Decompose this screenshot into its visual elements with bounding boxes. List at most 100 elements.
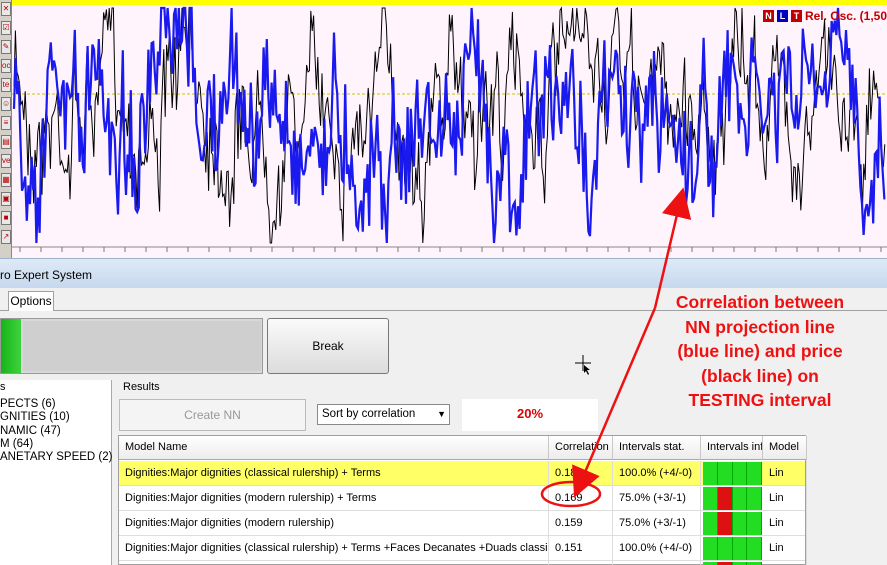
cell-correlation: 0.182: [549, 461, 613, 486]
sort-dropdown-value: Sort by correlation: [322, 408, 416, 420]
window-titlebar[interactable]: ro Expert System: [0, 258, 887, 288]
annotation-line: (black line) on: [701, 365, 819, 386]
sort-dropdown[interactable]: Sort by correlation ▼: [317, 404, 450, 425]
header-intervals-info[interactable]: Intervals info: [701, 436, 763, 460]
category-item-aspects[interactable]: PECTS (6): [0, 398, 56, 410]
interval-segment: [717, 462, 733, 485]
cell-intervals-stat: 75.0% (+3/-1): [613, 511, 701, 536]
cell-model: Lin: [763, 536, 807, 561]
annotation-line: (blue line) and price: [677, 341, 843, 361]
interval-segment: [732, 537, 748, 560]
chevron-down-icon: ▼: [437, 409, 446, 419]
cell-model-name: Dignities:Major dignities (classical rul…: [119, 461, 549, 486]
annotation-text: Correlation between NN projection line (…: [650, 290, 870, 413]
checkbox-icon[interactable]: ☑: [1, 21, 11, 35]
table-row[interactable]: Dignities:Major dignities (modern rulers…: [119, 511, 807, 536]
category-item-dignities[interactable]: GNITIES (10): [0, 411, 70, 423]
list-icon[interactable]: ≡: [1, 116, 11, 130]
badge-letter-l: L: [776, 10, 788, 22]
cell-model: Lin: [763, 461, 807, 486]
interval-segment: [732, 462, 748, 485]
x-icon[interactable]: ✕: [1, 2, 11, 16]
cell-correlation: 0.151: [549, 536, 613, 561]
interval-segment: [747, 462, 762, 485]
progress-fill: [1, 319, 21, 373]
table-row[interactable]: Dignities:Major dignities (modern rulers…: [119, 561, 807, 565]
intervals-info-bar: [703, 462, 762, 485]
category-list-title: s: [0, 381, 6, 393]
oscillator-chart: ✕ ☑ ✎ oc te ☺ ≡ ▤ ve ▦ ▣ ■ ↗ N L T Rel. Osc. (1,50: [0, 0, 887, 258]
header-model-name[interactable]: Model Name: [119, 436, 549, 460]
annotation-line: TESTING interval: [688, 390, 832, 410]
intervals-info-bar: [703, 512, 762, 535]
table-row[interactable]: Dignities:Major dignities (classical rul…: [119, 461, 807, 486]
cell-model: Lin: [763, 486, 807, 511]
category-item-m[interactable]: M (64): [0, 438, 33, 450]
header-intervals-stat[interactable]: Intervals stat.: [613, 436, 701, 460]
chart-title: N L T Rel. Osc. (1,50: [762, 9, 887, 23]
badge-letter-n: N: [762, 10, 774, 22]
interval-segment: [732, 512, 748, 535]
table-row[interactable]: Dignities:Major dignities (classical rul…: [119, 536, 807, 561]
header-correlation[interactable]: Correlation: [549, 436, 613, 460]
interval-segment: [747, 537, 762, 560]
intervals-info-bar: [703, 487, 762, 510]
header-model[interactable]: Model: [763, 436, 807, 460]
top-scrollbar[interactable]: [12, 0, 887, 5]
badge-letter-t: T: [790, 10, 802, 22]
window-icon[interactable]: ▣: [1, 192, 11, 206]
smiley-icon[interactable]: ☺: [1, 97, 11, 111]
cell-model-name: Dignities:Major dignities (classical rul…: [119, 536, 549, 561]
cell-model-name: Dignities:Major dignities (modern rulers…: [119, 486, 549, 511]
progress-bar: [0, 318, 263, 374]
chart-canvas: [12, 0, 887, 258]
progress-track: [23, 321, 261, 371]
percent-display: 20%: [462, 399, 598, 431]
ve-icon[interactable]: ve: [1, 154, 11, 168]
intervals-info-bar: [703, 537, 762, 560]
cell-correlation: 0.150: [549, 561, 613, 565]
chart-icon[interactable]: ▤: [1, 135, 11, 149]
interval-segment: [747, 512, 762, 535]
annotation-line: Correlation between: [675, 292, 845, 312]
create-nn-button[interactable]: Create NN: [119, 399, 306, 431]
cell-model-name: Dignities:Major dignities (modern rulers…: [119, 561, 549, 565]
cell-correlation: 0.159: [549, 511, 613, 536]
category-item-planetary-speed[interactable]: ANETARY SPEED (2): [0, 451, 112, 463]
pencil-icon[interactable]: ✎: [1, 40, 11, 54]
results-table: Model Name Correlation Intervals stat. I…: [118, 435, 807, 565]
table-icon[interactable]: ▦: [1, 173, 11, 187]
oc-icon[interactable]: oc: [1, 59, 11, 73]
results-label: Results: [123, 381, 160, 393]
break-button[interactable]: Break: [267, 318, 389, 374]
window-title: ro Expert System: [0, 268, 93, 282]
interval-segment: [703, 537, 718, 560]
interval-segment: [732, 487, 748, 510]
tab-options[interactable]: Options: [8, 291, 54, 311]
cell-intervals-stat: 100.0% (+4/-0): [613, 461, 701, 486]
cell-model: Lin: [763, 511, 807, 536]
drawing-toolbar: ✕ ☑ ✎ oc te ☺ ≡ ▤ ve ▦ ▣ ■ ↗: [0, 0, 12, 258]
screen: ✕ ☑ ✎ oc te ☺ ≡ ▤ ve ▦ ▣ ■ ↗ N L T Rel. Osc. (1,50 r…: [0, 0, 887, 565]
green-icon[interactable]: ■: [1, 211, 11, 225]
interval-segment: [747, 487, 762, 510]
category-list: s PECTS (6) GNITIES (10) NAMIC (47) M (6…: [0, 380, 112, 565]
interval-segment: [717, 537, 733, 560]
category-item-dynamic[interactable]: NAMIC (47): [0, 425, 61, 437]
table-row[interactable]: Dignities:Major dignities (modern rulers…: [119, 486, 807, 511]
interval-segment: [703, 487, 718, 510]
cell-model-name: Dignities:Major dignities (modern rulers…: [119, 511, 549, 536]
te-icon[interactable]: te: [1, 78, 11, 92]
interval-segment: [703, 512, 718, 535]
arrow-icon[interactable]: ↗: [1, 230, 11, 244]
cell-model: Lin: [763, 561, 807, 565]
cell-intervals-stat: 100.0% (+4/-0): [613, 536, 701, 561]
interval-segment: [717, 512, 733, 535]
interval-segment: [703, 462, 718, 485]
cell-intervals-stat: 75.0% (+3/-1): [613, 561, 701, 565]
cell-intervals-stat: 75.0% (+3/-1): [613, 486, 701, 511]
chart-title-text: Rel. Osc. (1,50: [804, 9, 887, 23]
cell-correlation: 0.169: [549, 486, 613, 511]
annotation-line: NN projection line: [685, 316, 835, 337]
interval-segment: [717, 487, 733, 510]
